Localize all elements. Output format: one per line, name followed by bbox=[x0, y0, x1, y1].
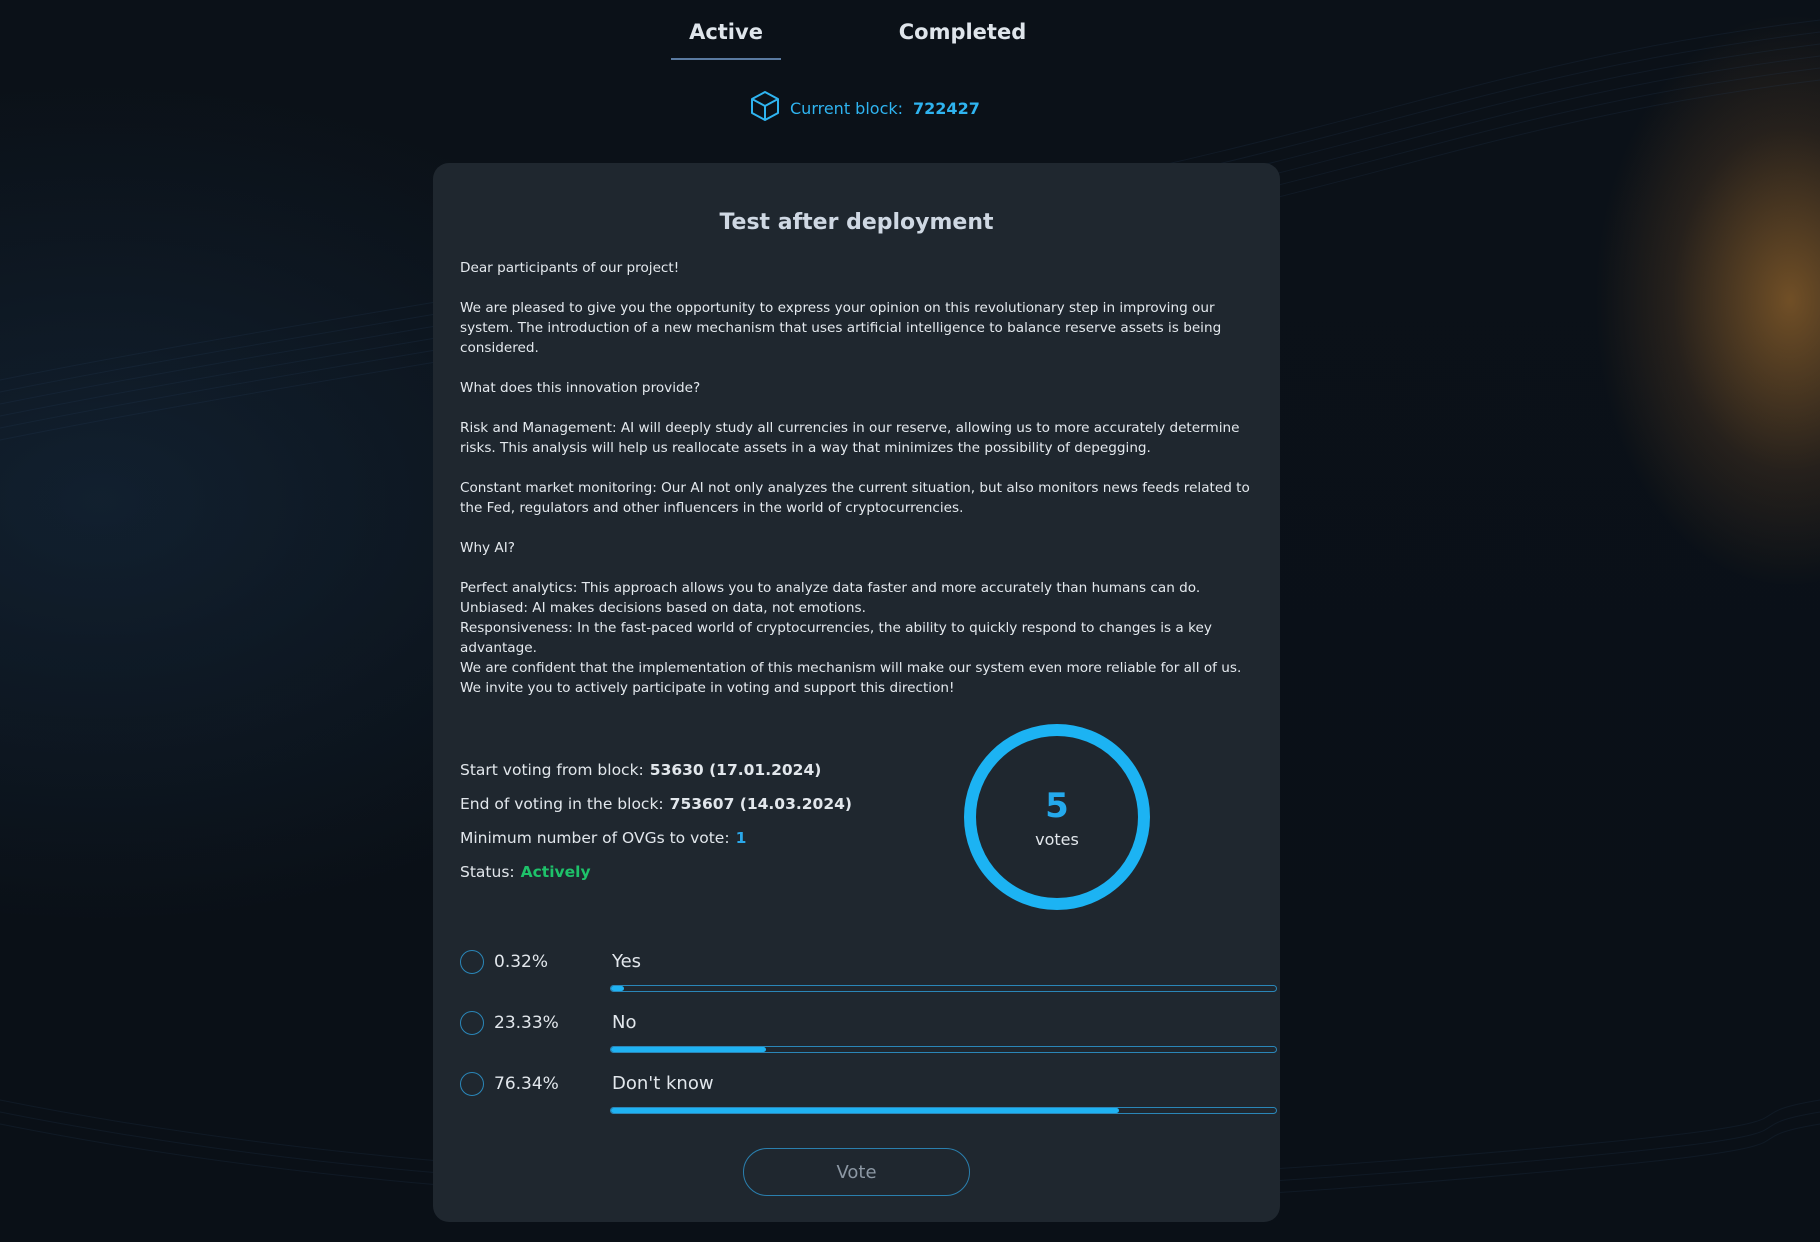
cube-icon bbox=[750, 90, 780, 126]
option-label: Yes bbox=[612, 951, 642, 972]
paragraph: Perfect analytics: This approach allows … bbox=[460, 580, 1201, 596]
paragraph: Unbiased: AI makes decisions based on da… bbox=[460, 600, 866, 616]
option-percent: 0.32% bbox=[494, 952, 549, 972]
option-label: No bbox=[612, 1012, 637, 1033]
option-percent: 23.33% bbox=[494, 1013, 559, 1033]
option-progress-track bbox=[610, 1046, 1277, 1053]
option-progress-fill bbox=[611, 1108, 1119, 1113]
end-block-label: End of voting in the block: bbox=[460, 795, 664, 813]
votes-donut: 5 votes bbox=[960, 720, 1154, 914]
tab-completed[interactable]: Completed bbox=[880, 20, 1045, 44]
proposal-title: Test after deployment bbox=[719, 210, 994, 235]
option-radio[interactable] bbox=[460, 1011, 484, 1035]
status-row: Status: Actively bbox=[460, 855, 852, 889]
paragraph: Responsiveness: In the fast-paced world … bbox=[460, 620, 1212, 656]
option-radio[interactable] bbox=[460, 950, 484, 974]
votes-label: votes bbox=[1035, 830, 1079, 849]
proposal-card: Test after deployment Dear participants … bbox=[433, 163, 1280, 1222]
vote-button[interactable]: Vote bbox=[743, 1148, 970, 1196]
current-block: Current block: 722427 bbox=[750, 90, 980, 126]
start-block-value: 53630 (17.01.2024) bbox=[649, 761, 822, 779]
option-progress-fill bbox=[611, 986, 625, 991]
min-ovg-row: Minimum number of OVGs to vote: 1 bbox=[460, 821, 852, 855]
current-block-label: Current block: bbox=[790, 98, 904, 118]
min-ovg-value: 1 bbox=[735, 829, 747, 847]
tab-bar: Active Completed bbox=[0, 14, 1820, 64]
status-label: Status: bbox=[460, 863, 515, 881]
min-ovg-label: Minimum number of OVGs to vote: bbox=[460, 829, 730, 847]
tab-active-label: Active bbox=[689, 20, 763, 44]
paragraph: Risk and Management: AI will deeply stud… bbox=[460, 420, 1240, 456]
option-radio[interactable] bbox=[460, 1072, 484, 1096]
option-progress-track bbox=[610, 1107, 1277, 1114]
option-progress-fill bbox=[611, 1047, 767, 1052]
end-block-row: End of voting in the block: 753607 (14.0… bbox=[460, 787, 852, 821]
tab-active-underline bbox=[671, 58, 781, 60]
option-progress-track bbox=[610, 985, 1277, 992]
proposal-description: Dear participants of our project! We are… bbox=[460, 258, 1260, 698]
paragraph: Dear participants of our project! bbox=[460, 260, 680, 276]
votes-count: 5 bbox=[1045, 786, 1069, 826]
tab-completed-label: Completed bbox=[898, 20, 1027, 44]
voting-info: Start voting from block: 53630 (17.01.20… bbox=[460, 753, 852, 889]
paragraph: Constant market monitoring: Our AI not o… bbox=[460, 480, 1250, 516]
option-label: Don't know bbox=[612, 1073, 714, 1094]
option-percent: 76.34% bbox=[494, 1074, 559, 1094]
status-badge: Actively bbox=[520, 863, 591, 881]
current-block-value: 722427 bbox=[913, 98, 980, 118]
paragraph: What does this innovation provide? bbox=[460, 380, 701, 396]
end-block-value: 753607 (14.03.2024) bbox=[669, 795, 852, 813]
vote-option-no[interactable]: 23.33% No bbox=[460, 1011, 1277, 1061]
paragraph: Why AI? bbox=[460, 540, 515, 556]
vote-option-dont-know[interactable]: 76.34% Don't know bbox=[460, 1072, 1277, 1122]
paragraph: We are confident that the implementation… bbox=[460, 660, 1242, 696]
start-block-row: Start voting from block: 53630 (17.01.20… bbox=[460, 753, 852, 787]
start-block-label: Start voting from block: bbox=[460, 761, 644, 779]
vote-option-yes[interactable]: 0.32% Yes bbox=[460, 950, 1277, 1000]
tab-active[interactable]: Active bbox=[671, 20, 781, 60]
paragraph: We are pleased to give you the opportuni… bbox=[460, 300, 1222, 356]
